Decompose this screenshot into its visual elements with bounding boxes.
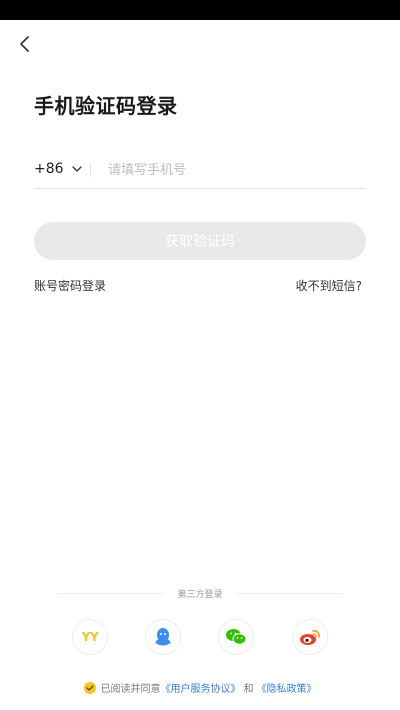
- input-divider: [90, 163, 91, 177]
- divider-left: [58, 592, 164, 594]
- back-arrow-icon: [20, 36, 29, 52]
- phone-input-row: +86: [34, 152, 366, 189]
- status-bar: [0, 0, 400, 20]
- password-login-link[interactable]: 账号密码登录: [34, 277, 106, 294]
- yy-login-button[interactable]: YY: [72, 619, 108, 655]
- divider-right: [236, 592, 343, 594]
- qq-icon: [155, 628, 171, 646]
- check-icon: [85, 684, 94, 691]
- back-button[interactable]: [14, 33, 36, 55]
- no-sms-link[interactable]: 收不到短信?: [296, 277, 362, 294]
- country-code-label: +86: [34, 161, 64, 177]
- third-party-login-header: 第三方登录: [58, 585, 343, 601]
- wechat-login-button[interactable]: [218, 619, 254, 655]
- wechat-icon: [226, 629, 247, 645]
- country-code-selector[interactable]: +86: [34, 161, 82, 177]
- qq-login-button[interactable]: [145, 619, 181, 655]
- terms-of-service-link[interactable]: 《用户服务协议》: [161, 680, 241, 695]
- weibo-icon: [300, 630, 320, 645]
- yy-logo-icon: YY: [81, 630, 99, 644]
- agreement-prefix: 已阅读并同意: [100, 684, 161, 695]
- third-party-login-label: 第三方登录: [177, 589, 223, 600]
- get-verification-code-button[interactable]: 获取验证码: [34, 222, 366, 260]
- agreement-checkbox[interactable]: [83, 681, 96, 694]
- agreement-row: 已阅读并同意 《用户服务协议》 和 《隐私政策》: [0, 680, 400, 695]
- phone-number-input[interactable]: [108, 156, 358, 184]
- privacy-policy-link[interactable]: 《隐私政策》: [257, 680, 317, 695]
- page-title: 手机验证码登录: [34, 94, 178, 118]
- social-login-row: YY: [70, 619, 330, 655]
- weibo-login-button[interactable]: [292, 619, 328, 655]
- chevron-down-icon: [71, 166, 82, 172]
- agreement-and: 和: [243, 684, 254, 695]
